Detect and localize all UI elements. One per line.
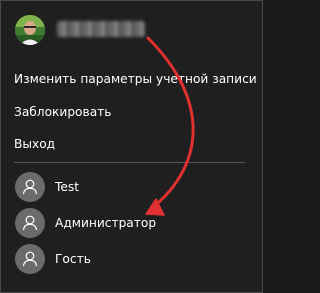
account-menu-panel: Изменить параметры учетной записи Заблок…	[0, 0, 263, 293]
person-icon	[22, 179, 38, 195]
user-name: Test	[55, 180, 79, 194]
user-switch-item[interactable]: Администратор	[1, 205, 262, 241]
user-avatar	[15, 208, 45, 238]
user-photo-icon	[15, 15, 45, 45]
person-icon	[22, 251, 38, 267]
sign-out-item[interactable]: Выход	[1, 128, 262, 160]
lock-item[interactable]: Заблокировать	[1, 96, 262, 128]
current-user-header[interactable]	[1, 1, 262, 57]
menu-divider	[14, 162, 245, 163]
current-user-avatar	[15, 15, 45, 45]
user-switch-item[interactable]: Test	[1, 169, 262, 205]
user-switch-item[interactable]: Гость	[1, 241, 262, 277]
change-account-settings-item[interactable]: Изменить параметры учетной записи	[1, 63, 262, 95]
user-avatar	[15, 244, 45, 274]
user-name: Гость	[55, 252, 91, 266]
current-user-name-blurred	[57, 21, 145, 37]
person-icon	[22, 215, 38, 231]
user-name: Администратор	[55, 216, 157, 230]
user-avatar	[15, 172, 45, 202]
